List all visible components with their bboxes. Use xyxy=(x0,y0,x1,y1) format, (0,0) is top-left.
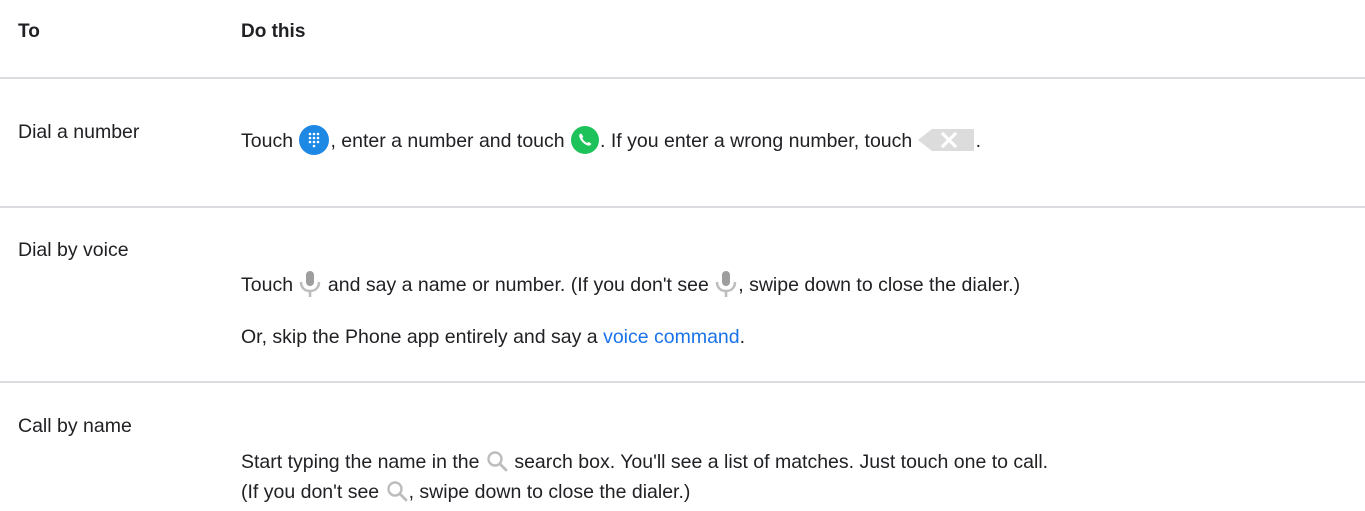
row-text-dial-by-voice: Touch and say a name or number. (If you … xyxy=(241,270,1021,300)
row-text-call-by-name: Start typing the name in the search box.… xyxy=(241,449,1048,475)
row-text-dial-by-voice-line-2: Or, skip the Phone app entirely and say … xyxy=(241,324,745,350)
backspace-icon xyxy=(917,128,976,152)
divider xyxy=(0,381,1365,383)
text-segment: , swipe down to close the dialer.) xyxy=(738,274,1021,297)
text-segment: search box. You'll see a list of matches… xyxy=(514,451,1049,473)
mic-icon xyxy=(714,270,738,298)
text-segment: , enter a number and touch xyxy=(330,130,565,153)
text-segment: . xyxy=(975,130,982,153)
text-segment: and say a name or number. (If you don't … xyxy=(327,274,709,297)
row-label-dial-a-number: Dial a number xyxy=(18,121,140,143)
divider xyxy=(0,77,1365,79)
column-header-do-this: Do this xyxy=(241,21,306,42)
column-header-to: To xyxy=(18,21,40,42)
text-segment: , swipe down to close the dialer.) xyxy=(408,481,691,503)
divider xyxy=(0,206,1365,208)
dialpad-icon xyxy=(298,124,330,156)
search-icon xyxy=(385,479,409,503)
search-icon xyxy=(485,449,509,473)
text-segment: . xyxy=(739,326,746,348)
voice-command-link[interactable]: voice command xyxy=(603,326,740,348)
text-segment: Or, skip the Phone app entirely and say … xyxy=(241,326,598,348)
text-segment: (If you don't see xyxy=(241,481,380,503)
mic-icon xyxy=(298,270,322,298)
row-label-call-by-name: Call by name xyxy=(18,415,132,437)
text-segment: . If you enter a wrong number, touch xyxy=(600,130,913,153)
row-text-dial-a-number: Touch , enter a number and touch . If yo… xyxy=(241,124,982,158)
text-segment: Start typing the name in the xyxy=(241,451,480,473)
text-segment: Touch xyxy=(241,130,294,153)
row-text-call-by-name-line-2: (If you don't see , swipe down to close … xyxy=(241,479,690,505)
text-segment: Touch xyxy=(241,274,294,297)
row-label-dial-by-voice: Dial by voice xyxy=(18,239,129,261)
call-icon xyxy=(570,125,600,155)
